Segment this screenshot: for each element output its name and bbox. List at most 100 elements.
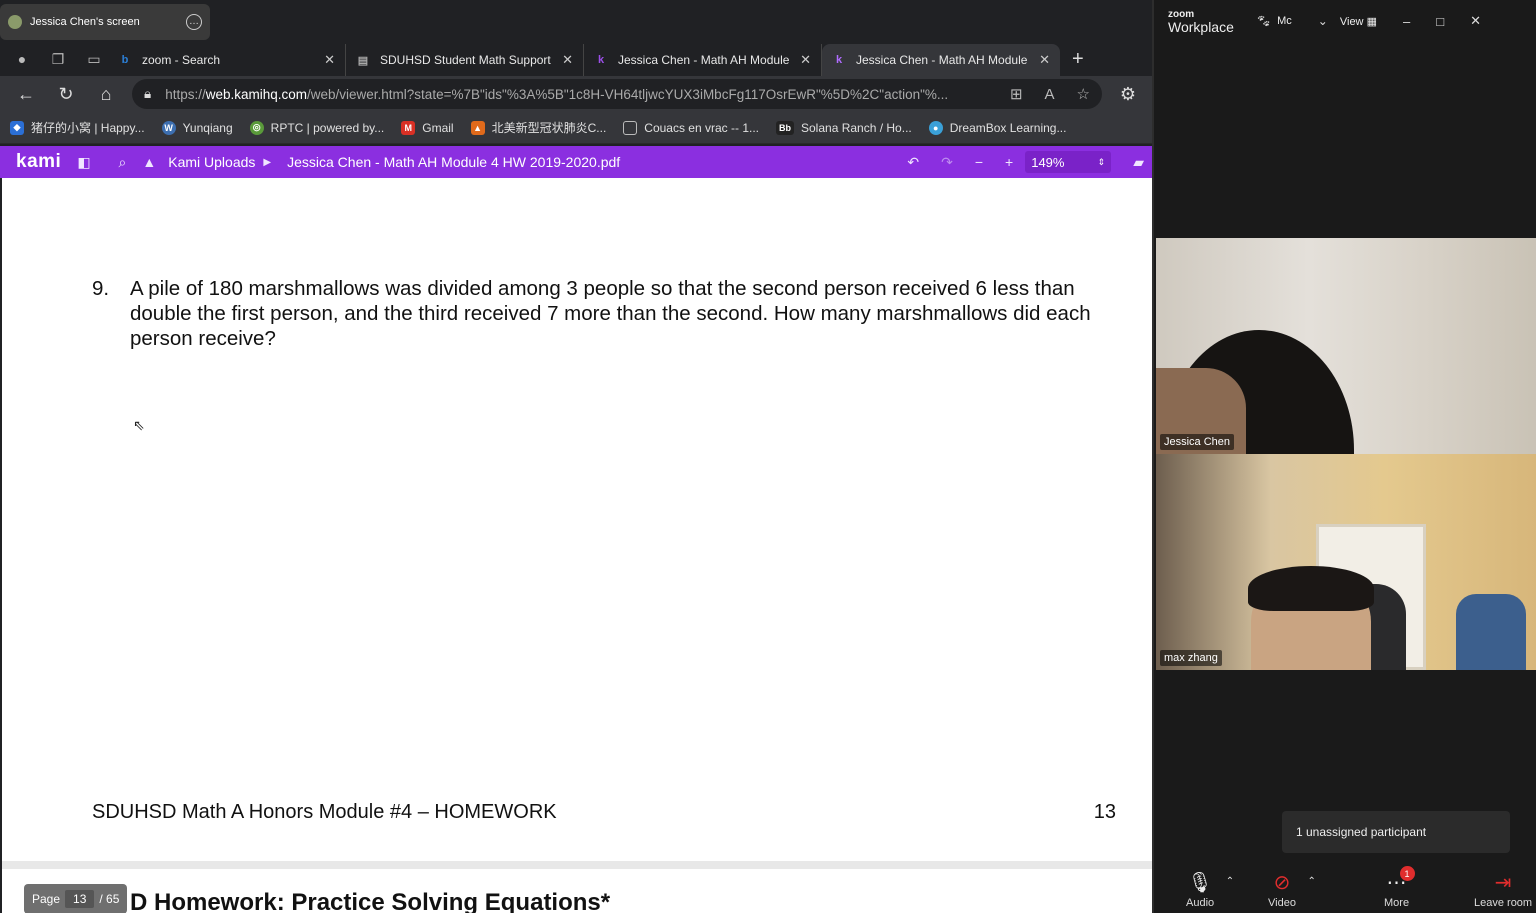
screen-root: Jessica Chen's screen … ● ❐ ▭ b zoom - S… <box>0 0 1536 913</box>
paw-icon[interactable]: 🐾︎ <box>1256 14 1271 28</box>
bookmark-label: Gmail <box>422 120 454 135</box>
tab-kami-2[interactable]: k Jessica Chen - Math AH Module ✕ <box>822 44 1060 76</box>
reload-button[interactable]: ↻ <box>52 80 80 108</box>
question-9: 9. A pile of 180 marshmallows was divide… <box>92 276 1132 351</box>
unassigned-participant-tooltip: 1 unassigned participant <box>1282 811 1510 853</box>
breadcrumb-kami-uploads[interactable]: Kami Uploads <box>168 154 255 170</box>
url-text: https://web.kamihq.com/web/viewer.html?s… <box>165 86 949 102</box>
close-icon[interactable]: ✕ <box>324 52 335 68</box>
pdf-next-page: D Homework: Practice Solving Equations* <box>2 869 1152 913</box>
bookmark-icon: ● <box>928 120 943 135</box>
share-banner-label: Jessica Chen's screen <box>30 16 140 28</box>
tab-label: Jessica Chen - Math AH Module <box>856 53 1028 67</box>
me-label[interactable]: Mc <box>1277 15 1292 27</box>
close-icon[interactable]: ✕ <box>1039 52 1050 68</box>
page-total: / 65 <box>99 892 120 906</box>
tab-label: zoom - Search <box>142 53 221 67</box>
kami-logo[interactable]: kami <box>16 151 61 173</box>
bookmark-item[interactable]: W Yunqiang <box>161 120 233 135</box>
bookmark-item[interactable]: ◎ RPTC | powered by... <box>249 120 384 135</box>
close-icon[interactable]: ✕ <box>800 52 811 68</box>
bookmark-label: Yunqiang <box>182 120 233 135</box>
bookmark-item[interactable]: Couacs en vrac -- 1... <box>623 120 759 135</box>
tab-label: Jessica Chen - Math AH Module <box>618 53 790 67</box>
bookmark-item[interactable]: Bb Solana Ranch / Ho... <box>776 120 912 135</box>
close-icon[interactable]: ✕ <box>1470 13 1481 29</box>
page-indicator[interactable]: Page 13 / 65 <box>24 884 128 913</box>
chevron-up-icon[interactable]: ⌃ <box>1308 876 1316 887</box>
app-available-icon[interactable]: ⊞ <box>1010 85 1023 103</box>
shared-screen: Jessica Chen's screen … ● ❐ ▭ b zoom - S… <box>0 0 1152 913</box>
bookmark-item[interactable]: ● DreamBox Learning... <box>928 120 1067 135</box>
tab-kami-1[interactable]: k Jessica Chen - Math AH Module ✕ <box>584 44 822 76</box>
redo-icon[interactable]: ↷ <box>941 154 953 171</box>
leave-room-button[interactable]: ⇥ Leave room <box>1474 870 1532 909</box>
view-button[interactable]: View ▦ <box>1340 15 1377 28</box>
new-tab-button[interactable]: + <box>1072 48 1084 71</box>
bookmark-label: DreamBox Learning... <box>949 120 1067 135</box>
chevron-up-icon[interactable]: ⌃ <box>1226 876 1234 887</box>
participant-name: Jessica Chen <box>1160 434 1235 450</box>
share-banner[interactable]: Jessica Chen's screen … <box>0 4 210 40</box>
audio-button[interactable]: 🎙︎ Audio ⌃ <box>1186 870 1234 909</box>
zoom-panel: zoom Workplace 🐾︎ Mc ⌄ View ▦ – □ ✕ Jess… <box>1152 0 1536 913</box>
close-icon[interactable]: ✕ <box>562 52 573 68</box>
zoom-out-button[interactable]: − <box>975 154 983 170</box>
read-aloud-icon[interactable]: A <box>1045 86 1055 103</box>
video-tile-jessica[interactable]: Jessica Chen <box>1156 238 1536 454</box>
file-title[interactable]: Jessica Chen - Math AH Module 4 HW 2019-… <box>287 154 620 170</box>
bookmark-icon: ◎ <box>249 120 264 135</box>
url-input[interactable]: 🔒︎ https://web.kamihq.com/web/viewer.htm… <box>132 79 1102 109</box>
bookmark-icon: ▲ <box>470 120 485 135</box>
zoom-title-bar: zoom Workplace 🐾︎ Mc ⌄ View ▦ – □ ✕ <box>1154 0 1536 42</box>
question-text: A pile of 180 marshmallows was divided a… <box>130 277 1091 350</box>
bookmark-item[interactable]: M Gmail <box>401 120 454 135</box>
minimize-icon[interactable]: – <box>1403 14 1410 29</box>
blackboard-icon: Bb <box>776 120 794 135</box>
question-number: 9. <box>92 277 110 300</box>
chevron-updown-icon: ⇕ <box>1097 156 1106 167</box>
favorite-star-icon[interactable]: ☆ <box>1077 85 1090 103</box>
page-icon <box>623 120 638 135</box>
more-button[interactable]: ⋯ 1 More <box>1384 866 1415 909</box>
audio-label: Audio <box>1186 897 1215 909</box>
video-off-icon: ⊘ <box>1273 872 1291 894</box>
bookmark-item[interactable]: ◆ 猪仔的小窝 | Happy... <box>10 119 145 136</box>
page-number-input[interactable]: 13 <box>65 890 95 908</box>
maximize-icon[interactable]: □ <box>1436 14 1444 29</box>
back-button[interactable]: ← <box>12 80 40 108</box>
more-options-icon[interactable]: … <box>186 14 202 30</box>
bookmark-label: 北美新型冠状肺炎C... <box>491 121 607 135</box>
bookmarks-bar: ◆ 猪仔的小窝 | Happy... W Yunqiang ◎ RPTC | powe… <box>0 112 1152 144</box>
collections-icon[interactable]: ❐ <box>44 45 72 73</box>
lock-icon[interactable]: 🔒︎ <box>144 86 151 102</box>
video-label: Video <box>1268 897 1296 909</box>
undo-icon[interactable]: ↶ <box>907 154 919 171</box>
profile-icon[interactable]: ● <box>8 45 36 73</box>
document-viewer[interactable]: 9. A pile of 180 marshmallows was divide… <box>2 178 1152 913</box>
folder-open-icon[interactable]: ▰ <box>1133 154 1144 171</box>
bing-icon: b <box>121 54 129 66</box>
bookmark-item[interactable]: ▲ 北美新型冠状肺炎C... <box>470 119 607 136</box>
tab-zoom-search[interactable]: b zoom - Search ✕ <box>108 44 346 76</box>
extensions-icon[interactable]: ⚙ <box>1114 80 1142 108</box>
page-icon: ▤ <box>357 54 369 67</box>
sidebar-toggle-icon[interactable]: ◧ <box>77 154 90 171</box>
microphone-icon: 🎙︎ <box>1187 872 1213 894</box>
kami-icon: k <box>835 54 843 66</box>
chevron-down-icon[interactable]: ⌄ <box>1318 14 1328 28</box>
home-button[interactable]: ⌂ <box>92 80 120 108</box>
page-label: Page <box>32 892 61 906</box>
zoom-level-select[interactable]: 149% ⇕ <box>1025 151 1112 173</box>
tab-actions-icon[interactable]: ▭ <box>80 45 108 73</box>
video-button[interactable]: ⊘ Video ⌃ <box>1268 870 1316 909</box>
bookmark-icon: ◆ <box>10 120 24 135</box>
search-icon[interactable]: ⌕ <box>119 154 127 171</box>
tab-sduhsd[interactable]: ▤ SDUHSD Student Math Support ✕ <box>346 44 584 76</box>
video-tile-max[interactable]: max zhang <box>1156 454 1536 670</box>
zoom-level-value: 149% <box>1031 154 1065 170</box>
next-page-heading: D Homework: Practice Solving Equations* <box>130 889 611 913</box>
leave-icon: ⇥ <box>1494 872 1512 894</box>
zoom-in-button[interactable]: + <box>1005 154 1013 170</box>
pdf-page: 9. A pile of 180 marshmallows was divide… <box>2 178 1152 861</box>
